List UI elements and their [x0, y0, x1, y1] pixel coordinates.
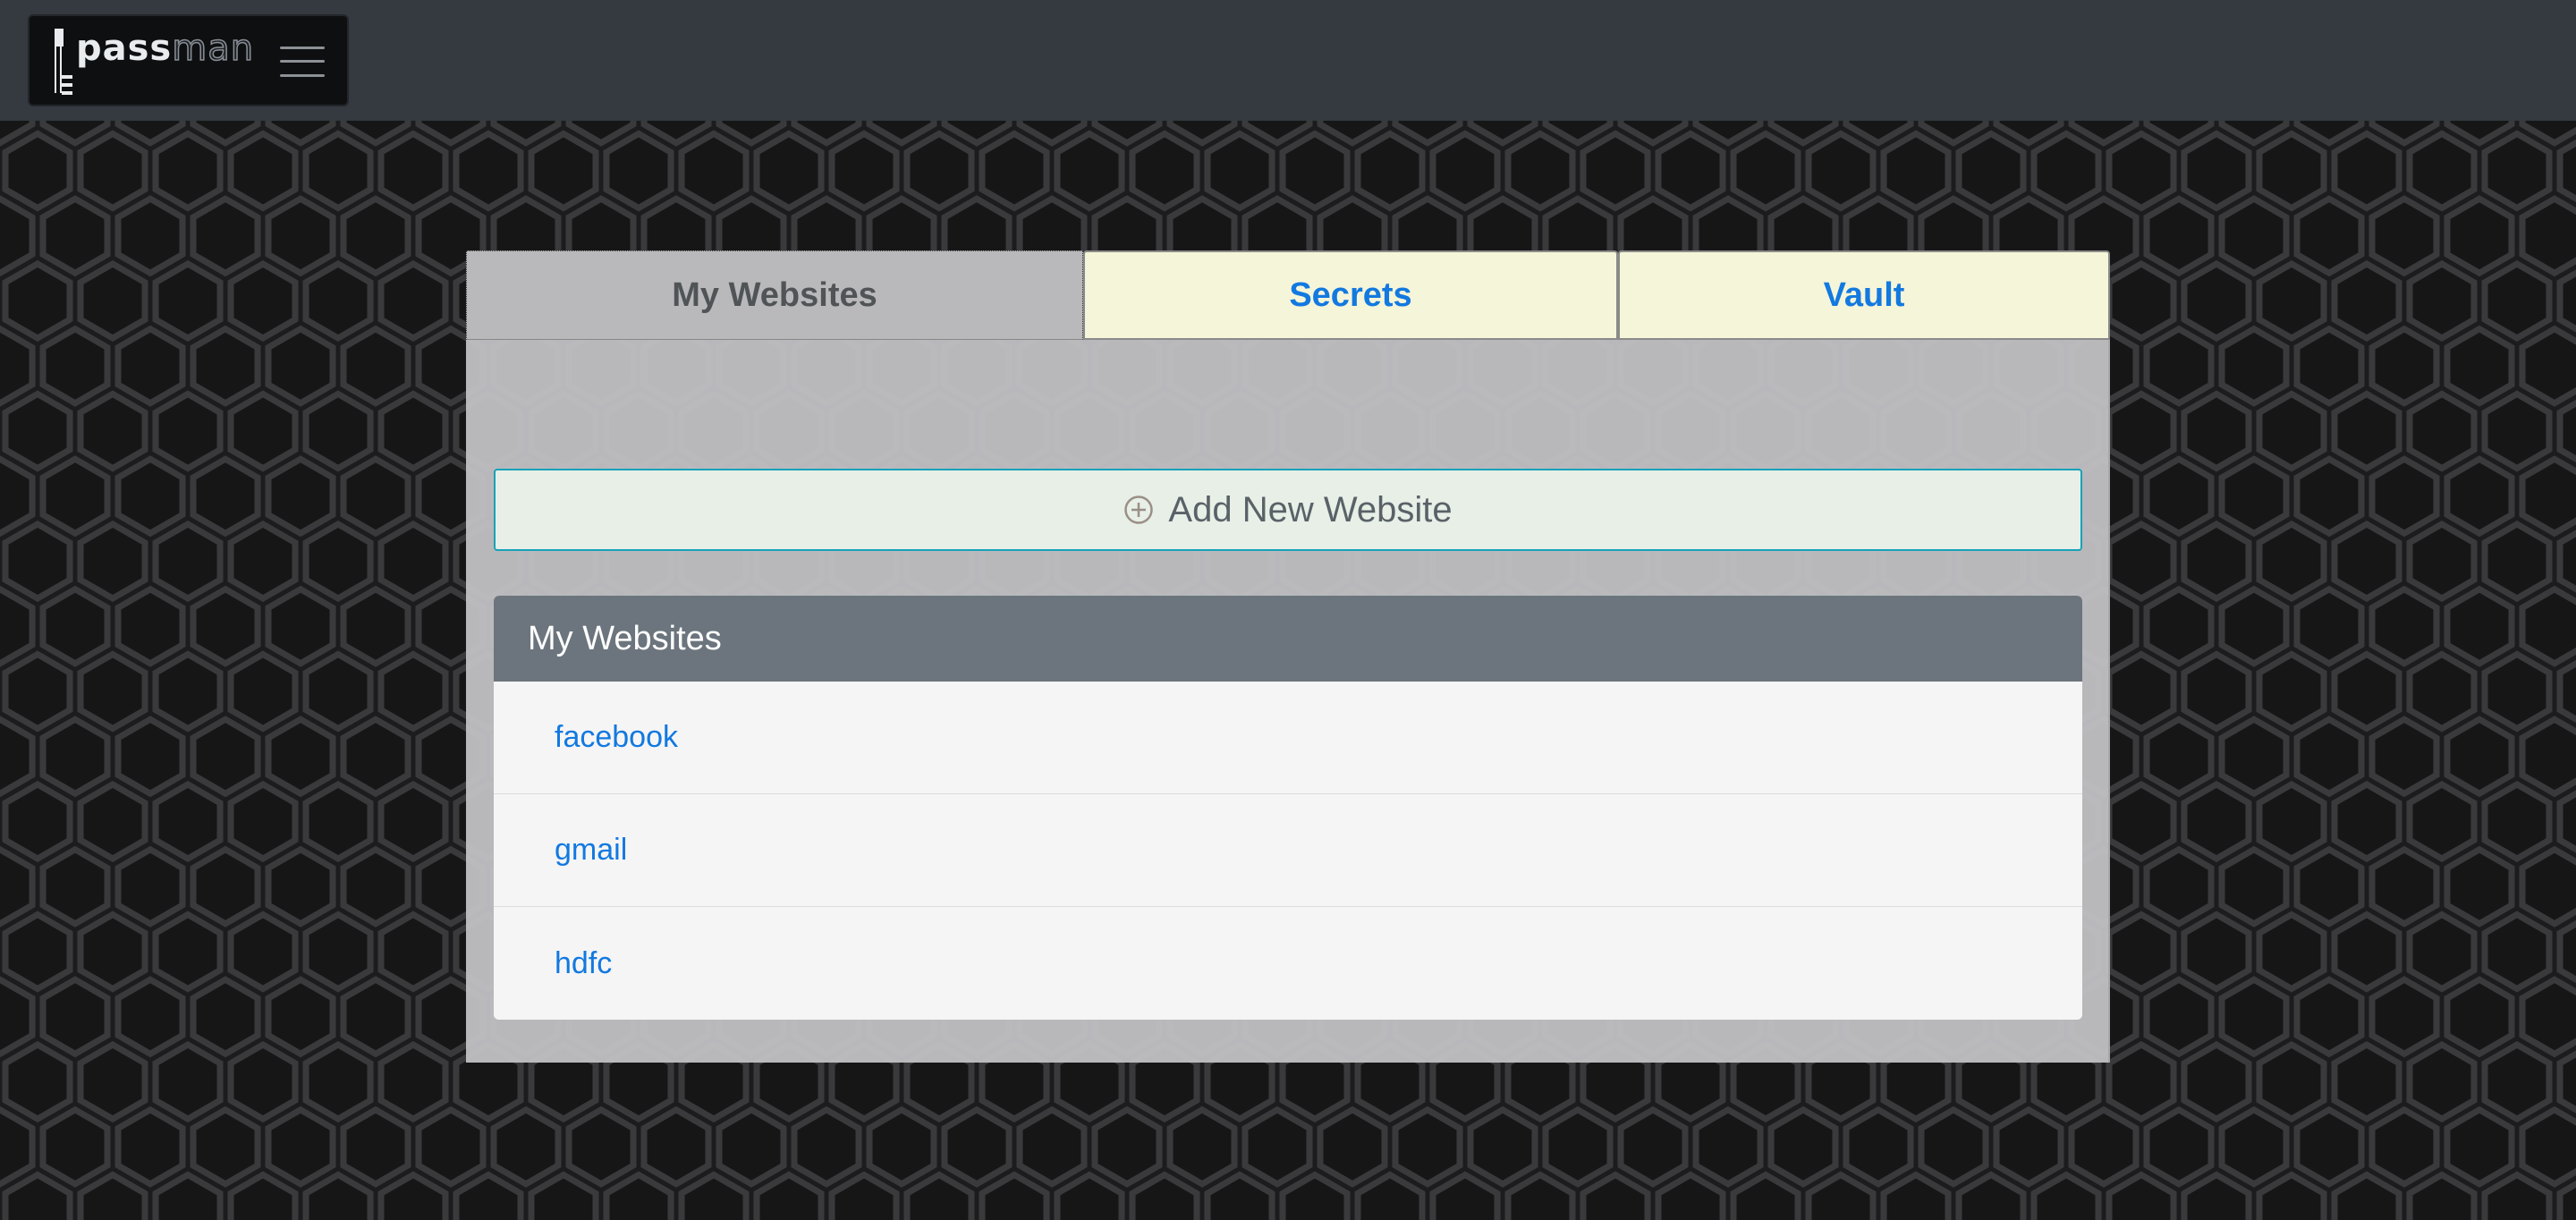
passman-logo[interactable]: passman: [53, 27, 258, 102]
hamburger-line: [280, 60, 325, 63]
hamburger-line: [280, 47, 325, 49]
hamburger-line: [280, 74, 325, 77]
logo-text-man: man: [172, 28, 255, 69]
tab-vault[interactable]: Vault: [1618, 250, 2110, 340]
tab-secrets[interactable]: Secrets: [1083, 250, 1618, 340]
logo-text-pass: pass: [76, 28, 173, 69]
main-panel: My Websites Secrets Vault Add New Websit…: [466, 250, 2110, 1063]
add-new-website-button[interactable]: Add New Website: [494, 469, 2082, 551]
logo-text: passman: [76, 28, 255, 69]
website-link-facebook[interactable]: facebook: [555, 720, 678, 755]
plus-circle-icon: [1124, 496, 1154, 524]
brand-box: passman: [28, 14, 349, 106]
websites-card: My Websites facebook gmail hdfc: [494, 596, 2082, 1020]
tab-content: Add New Website My Websites facebook gma…: [466, 340, 2110, 1063]
website-link-hdfc[interactable]: hdfc: [555, 946, 612, 981]
tab-my-websites[interactable]: My Websites: [466, 250, 1083, 340]
websites-card-header: My Websites: [494, 596, 2082, 682]
key-icon: [55, 29, 72, 95]
website-list-item: hdfc: [494, 907, 2082, 1020]
website-link-gmail[interactable]: gmail: [555, 833, 627, 868]
website-list-item: facebook: [494, 682, 2082, 794]
website-list-item: gmail: [494, 794, 2082, 907]
top-navbar: passman: [0, 0, 2576, 121]
add-new-website-label: Add New Website: [1168, 489, 1453, 530]
tab-bar: My Websites Secrets Vault: [466, 250, 2110, 340]
hamburger-menu-icon[interactable]: [280, 43, 330, 82]
